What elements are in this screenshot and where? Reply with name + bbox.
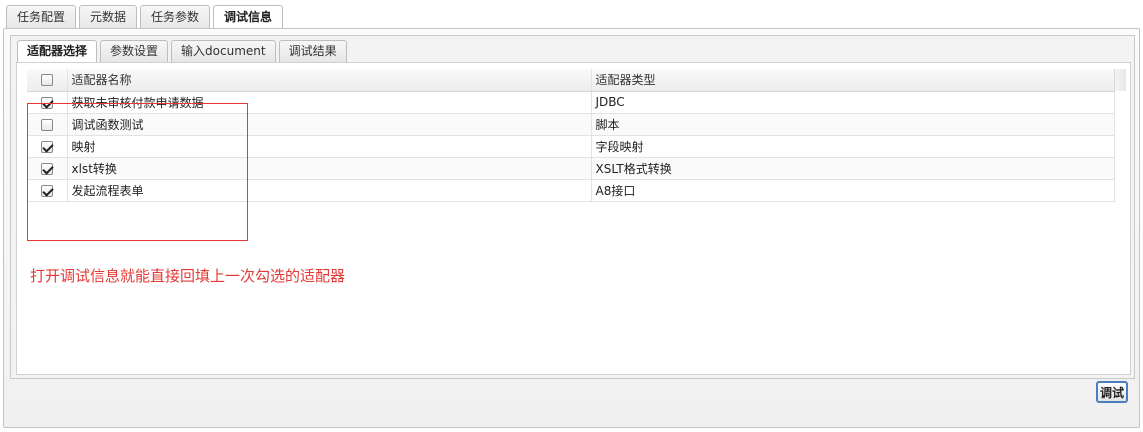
adapter-type-cell: A8接口 — [591, 179, 1115, 202]
select-all-checkbox[interactable] — [40, 74, 53, 87]
adapter-table: 适配器名称 适配器类型 获取未审核付款申请数据 JDBC 调试函数测试 脚本 映… — [27, 69, 1115, 202]
row-checkbox-cell — [27, 91, 68, 114]
tab-debug-info[interactable]: 调试信息 — [213, 5, 284, 30]
row-checkbox-cell — [27, 135, 68, 158]
row-checkbox[interactable] — [40, 118, 53, 131]
tab-metadata[interactable]: 元数据 — [79, 5, 138, 29]
row-checkbox[interactable] — [40, 162, 53, 175]
outer-tab-bar: 任务配置 元数据 任务参数 调试信息 — [6, 5, 284, 30]
adapter-select-content: 适配器名称 适配器类型 获取未审核付款申请数据 JDBC 调试函数测试 脚本 映… — [16, 62, 1131, 375]
table-row[interactable]: 获取未审核付款申请数据 JDBC — [27, 91, 1115, 114]
row-checkbox[interactable] — [40, 140, 53, 153]
row-checkbox-cell — [27, 113, 68, 136]
tab-debug-result[interactable]: 调试结果 — [278, 40, 347, 62]
table-header-scrollbar-corner — [1114, 69, 1126, 91]
column-header-adapter-type[interactable]: 适配器类型 — [591, 69, 1115, 92]
adapter-name-cell: 发起流程表单 — [67, 179, 592, 202]
table-row[interactable]: xlst转换 XSLT格式转换 — [27, 157, 1115, 180]
adapter-type-cell: JDBC — [591, 91, 1115, 114]
debug-button[interactable]: 调试 — [1096, 381, 1128, 403]
row-checkbox-cell — [27, 157, 68, 180]
annotation-note: 打开调试信息就能直接回填上一次勾选的适配器 — [30, 267, 346, 285]
adapter-name-cell: 映射 — [67, 135, 592, 158]
tab-input-document[interactable]: 输入document — [171, 40, 276, 62]
table-row[interactable]: 发起流程表单 A8接口 — [27, 179, 1115, 202]
adapter-type-cell: 脚本 — [591, 113, 1115, 136]
select-all-cell — [27, 69, 68, 92]
adapter-name-cell: 获取未审核付款申请数据 — [67, 91, 592, 114]
tab-task-params[interactable]: 任务参数 — [140, 5, 211, 29]
inner-tab-bar: 适配器选择 参数设置 输入document 调试结果 — [17, 40, 347, 63]
adapter-type-cell: 字段映射 — [591, 135, 1115, 158]
adapter-name-cell: 调试函数测试 — [67, 113, 592, 136]
debug-inner-panel: 适配器选择 参数设置 输入document 调试结果 适配器名称 适配器类型 获… — [10, 35, 1135, 379]
row-checkbox[interactable] — [40, 184, 53, 197]
tab-adapter-select[interactable]: 适配器选择 — [17, 40, 98, 63]
column-header-adapter-name[interactable]: 适配器名称 — [67, 69, 592, 92]
adapter-type-cell: XSLT格式转换 — [591, 157, 1115, 180]
adapter-name-cell: xlst转换 — [67, 157, 592, 180]
row-checkbox[interactable] — [40, 96, 53, 109]
table-header-row: 适配器名称 适配器类型 — [27, 69, 1115, 92]
tab-param-settings[interactable]: 参数设置 — [100, 40, 169, 62]
table-row[interactable]: 映射 字段映射 — [27, 135, 1115, 158]
debug-info-panel: 适配器选择 参数设置 输入document 调试结果 适配器名称 适配器类型 获… — [3, 28, 1140, 428]
row-checkbox-cell — [27, 179, 68, 202]
tab-task-config[interactable]: 任务配置 — [6, 5, 77, 29]
table-row[interactable]: 调试函数测试 脚本 — [27, 113, 1115, 136]
